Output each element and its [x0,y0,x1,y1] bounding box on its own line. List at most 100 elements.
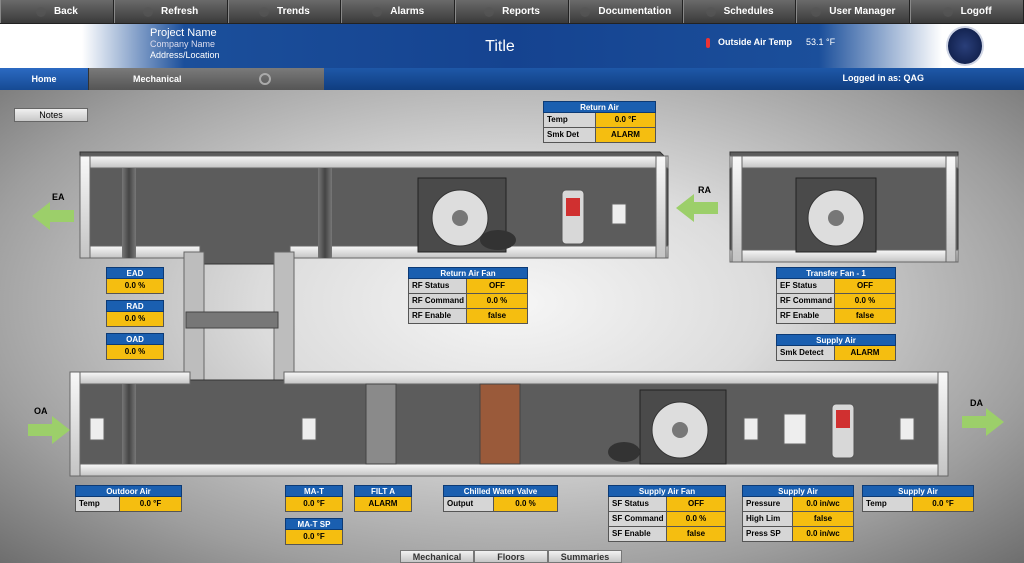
supply-air-fan-panel: Supply Air Fan SF Status OFF SF Command 0.… [608,485,726,542]
row-value[interactable]: 0.0 °F [120,497,181,511]
row-value[interactable]: false [467,309,527,323]
row-value[interactable]: 0.0 °F [913,497,973,511]
row-label: Pressure [743,497,793,511]
panel-row: Temp 0.0 °F [75,497,182,512]
row-label: Smk Det [544,128,596,142]
panel-row: 0.0 % [106,312,164,327]
row-value[interactable]: OFF [467,279,527,293]
smoke-detector-alarm-icon [566,198,580,216]
panel-row: Smk Det ALARM [543,128,656,143]
return-air-damper [318,168,332,258]
row-value[interactable]: OFF [835,279,895,293]
row-label: Temp [863,497,913,511]
row-label: SF Status [609,497,667,511]
row-value[interactable]: OFF [667,497,725,511]
panel-title: Supply Air [742,485,854,497]
supply-temp-sensor-icon [743,417,759,441]
panel-title: FILT A [354,485,412,497]
row-value[interactable]: 0.0 in/wc [793,527,853,541]
exhaust-air-damper [122,168,136,258]
panel-row: Smk Detect ALARM [776,346,896,361]
ea-label: EA [52,192,65,202]
row-value[interactable]: 0.0 % [667,512,725,526]
mat-panel: MA-T 0.0 °F [285,485,343,512]
da-arrow-icon [962,408,1004,436]
transfer-fan-icon [795,177,877,253]
panel-row: SF Status OFF [608,497,726,512]
bottom-tab-summaries[interactable]: Summaries [548,550,622,563]
filter-icon [365,383,397,465]
transfer-fan-panel: Transfer Fan - 1 EF Status OFF RF Command… [776,267,896,324]
row-value[interactable]: 0.0 % [494,497,557,511]
row-value[interactable]: 0.0 % [107,312,163,326]
row-value[interactable]: 0.0 % [835,294,895,308]
panel-row: RF Status OFF [408,279,528,294]
panel-row: High Lim false [742,512,854,527]
row-value[interactable]: 0.0 % [107,279,163,293]
panel-row: 0.0 °F [285,497,343,512]
supply-smoke-alarm-icon [836,410,850,428]
return-temp-sensor-icon [611,203,627,225]
row-label: Press SP [743,527,793,541]
row-label: Temp [544,113,596,127]
panel-row: 0.0 % [106,279,164,294]
row-value[interactable]: 0.0 % [467,294,527,308]
panel-row: 0.0 % [106,345,164,360]
panel-title: RAD [106,300,164,312]
oad-panel: OAD 0.0 % [106,333,164,360]
bottom-tab-floors[interactable]: Floors [474,550,548,563]
panel-row: SF Enable false [608,527,726,542]
bottom-tab-mechanical[interactable]: Mechanical [400,550,474,563]
pressure-sensor-icon [783,413,807,445]
chilled-water-coil-icon [479,383,521,465]
row-value[interactable]: ALARM [596,128,655,142]
ra-arrow-icon [676,194,718,222]
row-label: Smk Detect [777,346,835,360]
panel-row: ALARM [354,497,412,512]
row-value[interactable]: 0.0 °F [596,113,655,127]
panel-row: EF Status OFF [776,279,896,294]
row-value[interactable]: false [667,527,725,541]
mixing-duct [183,251,295,383]
row-label: RF Command [409,294,467,308]
rad-panel: RAD 0.0 % [106,300,164,327]
panel-row: 0.0 °F [285,530,343,545]
panel-title: Supply Air [862,485,974,497]
row-value[interactable]: ALARM [355,497,411,511]
ead-panel: EAD 0.0 % [106,267,164,294]
row-label: RF Enable [777,309,835,323]
panel-title: Supply Air [776,334,896,346]
return-air-fan-panel: Return Air Fan RF Status OFF RF Command 0.… [408,267,528,324]
row-value[interactable]: ALARM [835,346,895,360]
row-value[interactable]: 0.0 °F [286,497,342,511]
return-air-panel: Return Air Temp 0.0 °F Smk Det ALARM [543,101,656,143]
panel-row: SF Command 0.0 % [608,512,726,527]
notes-button[interactable]: Notes [14,108,88,122]
row-value[interactable]: 0.0 °F [286,530,342,544]
row-value[interactable]: 0.0 % [107,345,163,359]
filter-panel: FILT A ALARM [354,485,412,512]
row-label: Temp [76,497,120,511]
row-value[interactable]: false [793,512,853,526]
panel-title: MA-T SP [285,518,343,530]
supply-air-temp-panel: Supply Air Temp 0.0 °F [862,485,974,512]
row-value[interactable]: false [835,309,895,323]
row-label: RF Status [409,279,467,293]
da-temp-sensor-icon [899,417,915,441]
panel-title: EAD [106,267,164,279]
panel-row: RF Command 0.0 % [776,294,896,309]
row-label: RF Command [777,294,835,308]
chilled-water-valve-panel: Chilled Water Valve Output 0.0 % [443,485,558,512]
outdoor-air-panel: Outdoor Air Temp 0.0 °F [75,485,182,512]
row-label: RF Enable [409,309,467,323]
panel-row: Output 0.0 % [443,497,558,512]
oa-temp-sensor-icon [89,417,105,441]
row-label: EF Status [777,279,835,293]
panel-row: RF Enable false [776,309,896,324]
row-value[interactable]: 0.0 in/wc [793,497,853,511]
panel-title: MA-T [285,485,343,497]
panel-row: Temp 0.0 °F [543,113,656,128]
row-label: Output [444,497,494,511]
bottom-tabs: Mechanical Floors Summaries [400,550,622,563]
ea-arrow-icon [32,202,74,230]
